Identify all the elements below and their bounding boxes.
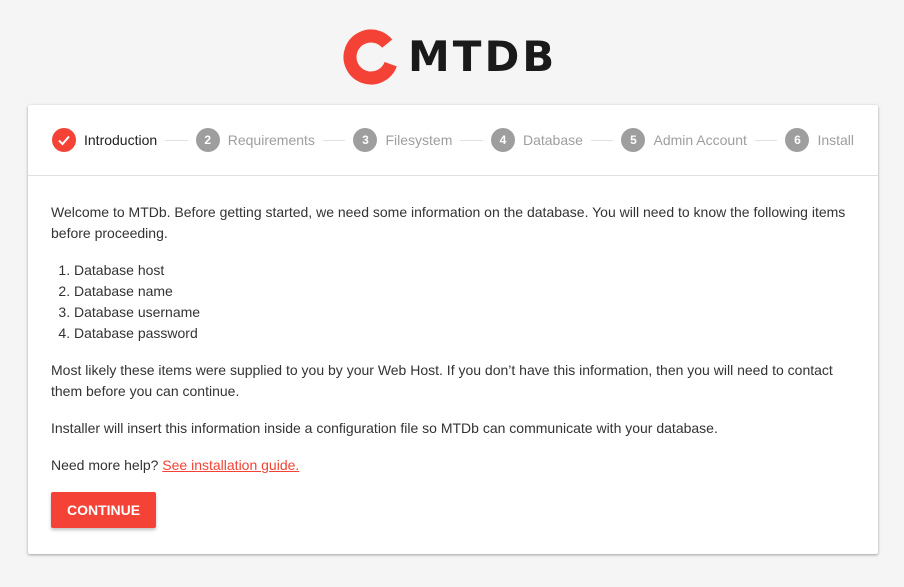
step-connector <box>754 139 778 141</box>
list-item: Database username <box>74 302 855 323</box>
step-install: 6 Install <box>785 128 854 152</box>
step-requirements: 2 Requirements <box>195 128 315 152</box>
intro-paragraph: Welcome to MTDb. Before getting started,… <box>51 204 846 241</box>
requirements-list: Database host Database name Database use… <box>51 260 855 344</box>
help-paragraph: Need more help? See installation guide. <box>51 455 855 476</box>
step-number: 2 <box>195 128 220 152</box>
step-number: 4 <box>490 128 515 152</box>
list-item: Database name <box>74 281 855 302</box>
help-prefix: Need more help? <box>51 457 159 473</box>
installer-card: Introduction 2 Requirements 3 Filesystem… <box>28 105 878 554</box>
mtdb-logo-icon <box>343 29 399 85</box>
step-connector <box>322 139 346 141</box>
step-connector <box>590 139 614 141</box>
list-item: Database password <box>74 323 855 344</box>
step-introduction: Introduction <box>52 128 157 152</box>
step-connector <box>460 139 483 141</box>
logo-text: MTDB <box>408 32 558 81</box>
step-label: Introduction <box>84 132 158 148</box>
step-number: 5 <box>621 128 646 152</box>
step-label: Requirements <box>227 132 315 148</box>
host-paragraph: Most likely these items were supplied to… <box>51 362 833 399</box>
installer-stepper: Introduction 2 Requirements 3 Filesystem… <box>28 105 878 176</box>
step-label: Filesystem <box>385 132 453 148</box>
step-connector <box>165 139 188 141</box>
step-number: 3 <box>353 128 378 152</box>
step-done-badge <box>52 128 76 152</box>
app-logo: MTDB <box>342 26 572 88</box>
step-admin-account: 5 Admin Account <box>621 128 747 152</box>
installation-guide-link[interactable]: See installation guide. <box>162 457 299 473</box>
step-label: Install <box>817 132 855 148</box>
checkmark-icon <box>58 135 70 146</box>
list-item: Database host <box>74 260 855 281</box>
intro-content: Welcome to MTDb. Before getting started,… <box>28 176 878 528</box>
installer-paragraph: Installer will insert this information i… <box>51 420 718 436</box>
step-database: 4 Database <box>490 128 583 152</box>
step-filesystem: 3 Filesystem <box>353 128 452 152</box>
step-number: 6 <box>785 128 810 152</box>
step-label: Database <box>522 132 583 148</box>
continue-button[interactable]: CONTINUE <box>51 492 157 528</box>
step-label: Admin Account <box>653 132 747 148</box>
